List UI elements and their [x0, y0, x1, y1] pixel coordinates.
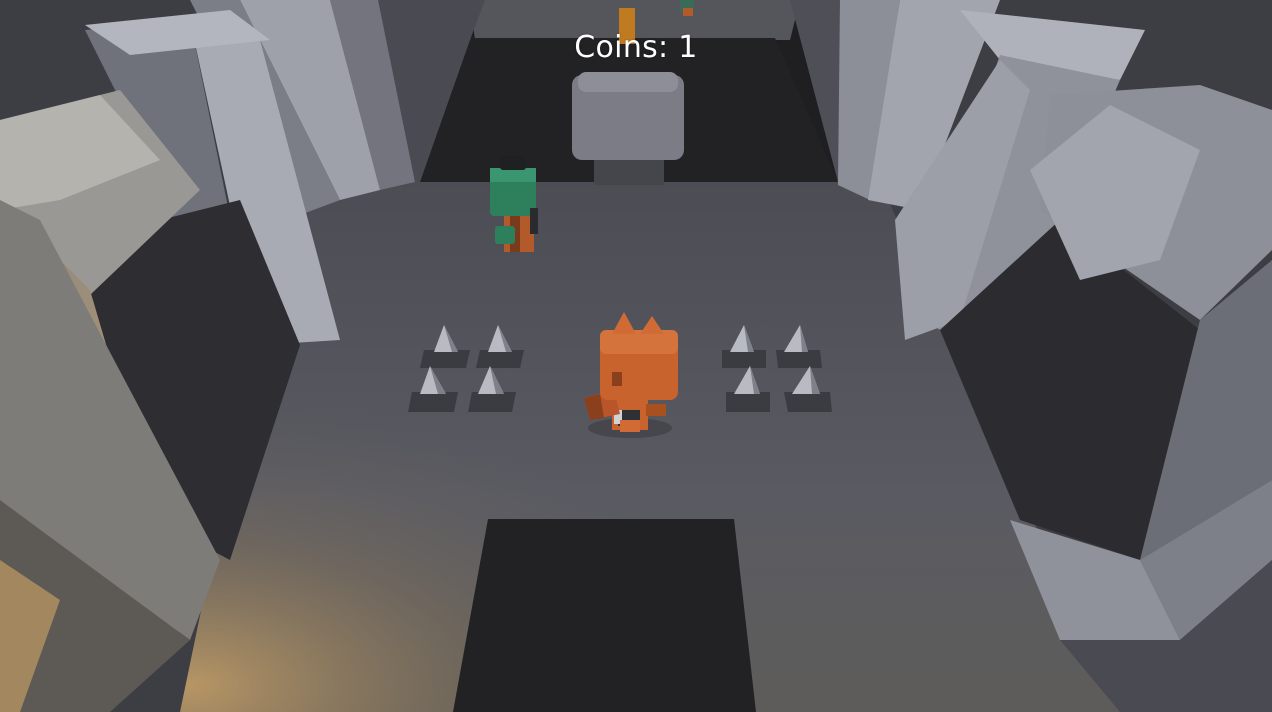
far-orange-post [619, 8, 635, 44]
near-pit [453, 519, 756, 712]
game-viewport[interactable] [0, 0, 1272, 712]
goblin-enemy[interactable] [490, 156, 538, 252]
